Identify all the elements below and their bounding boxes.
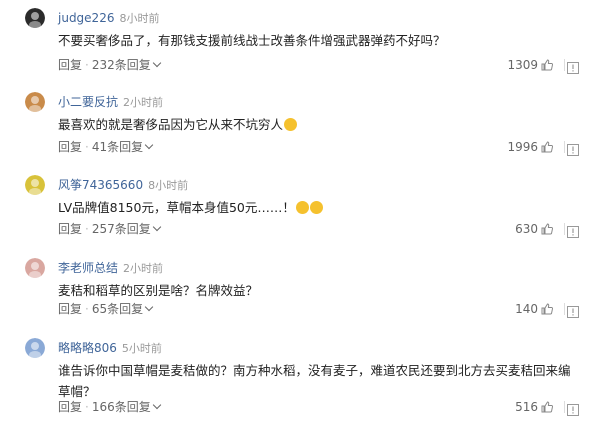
- crying-emoji-icon: [284, 118, 298, 131]
- comment-text: 谁告诉你中国草帽是麦秸做的？南方种水稻，没有麦子，难道农民还要到北方去买麦秸回来…: [58, 363, 571, 399]
- avatar[interactable]: [25, 258, 45, 278]
- username-link[interactable]: 风筝74365660: [58, 178, 143, 192]
- username-link[interactable]: judge226: [58, 11, 114, 25]
- divider: [564, 59, 565, 71]
- divider: [564, 141, 565, 153]
- comment-text: 最喜欢的就是奢侈品因为它从来不坑穷人: [58, 114, 558, 135]
- username-link[interactable]: 略略略806: [58, 341, 117, 355]
- view-replies-button[interactable]: 166条回复: [92, 400, 161, 414]
- comment-time: 8小时前: [148, 179, 189, 192]
- divider: [564, 303, 565, 315]
- comment-header: 李老师总结 2小时前: [58, 260, 163, 277]
- comment-header: 风筝74365660 8小时前: [58, 177, 188, 194]
- comment-time: 5小时前: [121, 342, 162, 355]
- comment-time: 2小时前: [123, 96, 164, 109]
- reply-button[interactable]: 回复: [58, 400, 82, 414]
- report-icon[interactable]: [567, 401, 579, 416]
- chevron-down-icon: [144, 302, 154, 312]
- like-button[interactable]: 1309: [507, 57, 554, 73]
- comment-time: 8小时前: [119, 12, 160, 25]
- comment-actions: 回复 · 65条回复: [58, 301, 154, 317]
- avatar[interactable]: [25, 338, 45, 358]
- comment-actions: 回复 · 166条回复: [58, 399, 161, 415]
- chevron-down-icon: [152, 58, 161, 68]
- report-icon[interactable]: [567, 223, 579, 238]
- avatar[interactable]: [25, 175, 45, 195]
- crying-emoji-icon: [295, 201, 309, 214]
- comment-actions: 回复 · 257条回复: [58, 221, 161, 237]
- like-count: 516: [515, 400, 538, 414]
- comment-actions: 回复 · 41条回复: [58, 139, 154, 155]
- reply-button[interactable]: 回复: [58, 302, 82, 316]
- like-button[interactable]: 516: [515, 399, 554, 415]
- thumbs-up-icon: [538, 222, 554, 236]
- reply-button[interactable]: 回复: [58, 140, 82, 154]
- crying-emoji-icon: [309, 201, 323, 214]
- like-count: 630: [515, 222, 538, 236]
- like-button[interactable]: 1996: [507, 139, 554, 155]
- comment-text: 麦秸和稻草的区别是啥？名牌效益？: [58, 283, 259, 298]
- like-button[interactable]: 630: [515, 221, 554, 237]
- username-link[interactable]: 李老师总结: [58, 261, 118, 275]
- view-replies-button[interactable]: 41条回复: [92, 140, 154, 154]
- view-replies-button[interactable]: 257条回复: [92, 222, 161, 236]
- chevron-down-icon: [152, 222, 161, 232]
- chevron-down-icon: [144, 140, 154, 150]
- like-button[interactable]: 140: [515, 301, 554, 317]
- view-replies-button[interactable]: 65条回复: [92, 302, 154, 316]
- comment-actions: 回复 · 232条回复: [58, 57, 161, 73]
- comment-time: 2小时前: [123, 262, 164, 275]
- like-count: 1996: [507, 140, 538, 154]
- avatar[interactable]: [25, 92, 45, 112]
- divider: [564, 223, 565, 235]
- report-icon[interactable]: [567, 59, 579, 74]
- comment-header: 小二要反抗 2小时前: [58, 94, 163, 111]
- divider: [564, 401, 565, 413]
- view-replies-button[interactable]: 232条回复: [92, 58, 161, 72]
- chevron-down-icon: [152, 400, 161, 410]
- reply-button[interactable]: 回复: [58, 222, 82, 236]
- comment-text: 不要买奢侈品了，有那钱支援前线战士改善条件增强武器弹药不好吗？: [58, 33, 446, 48]
- report-icon[interactable]: [567, 141, 579, 156]
- comment-header: judge226 8小时前: [58, 10, 159, 27]
- reply-button[interactable]: 回复: [58, 58, 82, 72]
- like-count: 140: [515, 302, 538, 316]
- report-icon[interactable]: [567, 303, 579, 318]
- thumbs-up-icon: [538, 302, 554, 316]
- username-link[interactable]: 小二要反抗: [58, 95, 118, 109]
- comment-header: 略略略806 5小时前: [58, 340, 162, 357]
- like-count: 1309: [507, 58, 538, 72]
- thumbs-up-icon: [538, 58, 554, 72]
- comment-text: LV品牌值8150元，草帽本身值50元……！: [58, 197, 558, 218]
- avatar[interactable]: [25, 8, 45, 28]
- thumbs-up-icon: [538, 400, 554, 414]
- thumbs-up-icon: [538, 140, 554, 154]
